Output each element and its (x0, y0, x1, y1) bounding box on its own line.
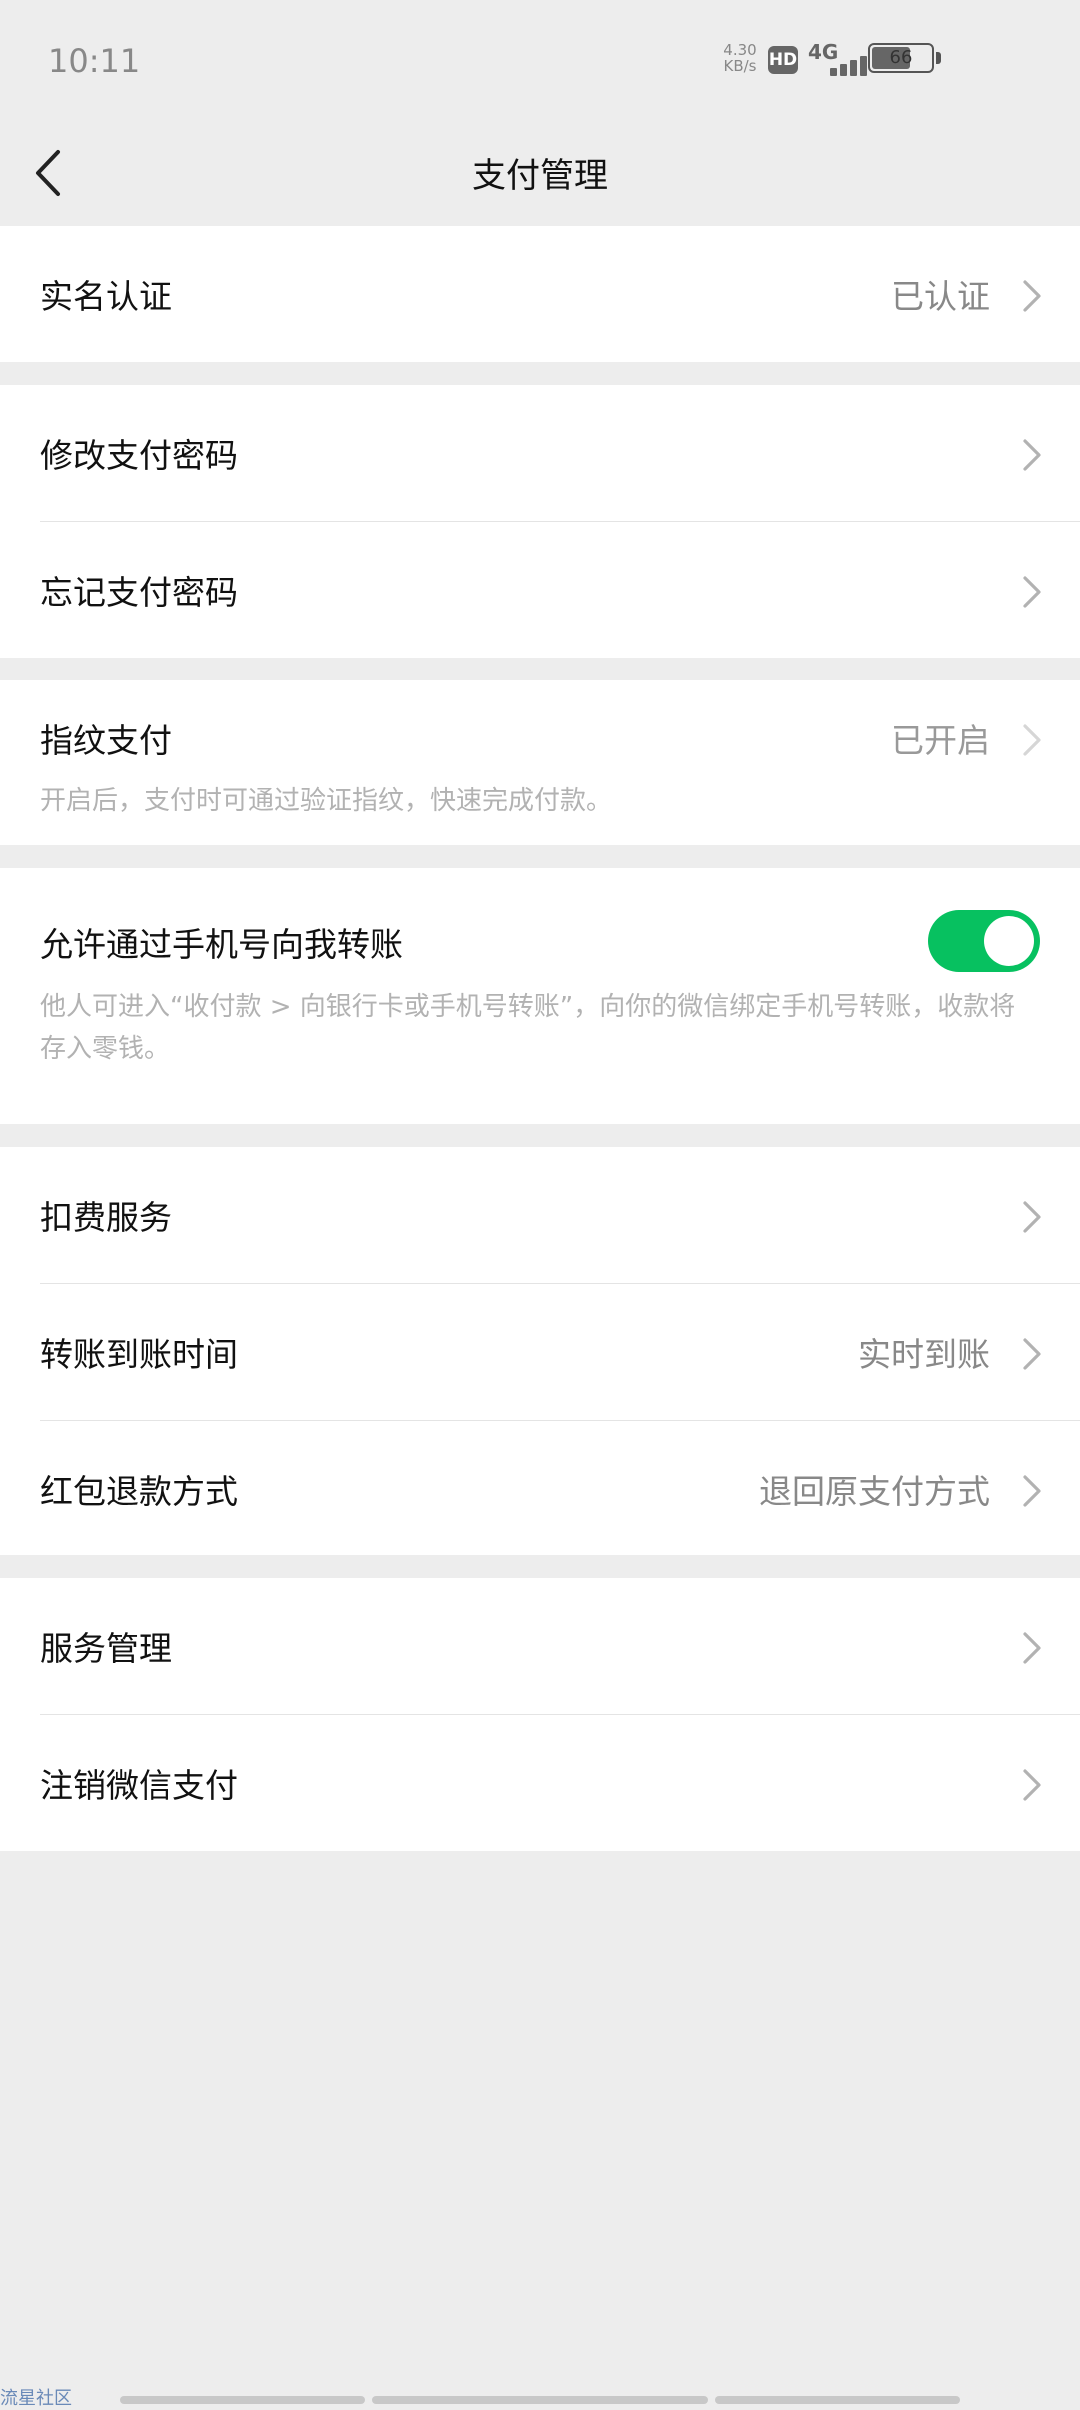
row-value: 已开启 (891, 721, 990, 760)
group-services: 扣费服务 转账到账时间 实时到账 红包退款方式 退回原支付方式 (0, 1147, 1080, 1555)
group-password: 修改支付密码 忘记支付密码 (0, 385, 1080, 658)
row-description: 他人可进入“收付款 > 向银行卡或手机号转账”，向你的微信绑定手机号转账，收款将… (40, 992, 1016, 1064)
row-description: 开启后，支付时可通过验证指纹，快速完成付款。 (40, 786, 613, 816)
group-identity: 实名认证 已认证 (0, 226, 1080, 362)
chevron-right-icon (1023, 1338, 1041, 1370)
home-indicator-left[interactable] (120, 2396, 365, 2404)
row-phone-transfer: 允许通过手机号向我转账 他人可进入“收付款 > 向银行卡或手机号转账”，向你的微… (0, 868, 1080, 1124)
row-label: 服务管理 (40, 1629, 172, 1668)
row-label: 转账到账时间 (40, 1335, 238, 1374)
row-label: 注销微信支付 (40, 1766, 238, 1805)
nav-bar: 支付管理 (0, 120, 1080, 226)
chevron-right-icon (1023, 1769, 1041, 1801)
row-value: 已认证 (891, 277, 990, 316)
group-fingerprint: 指纹支付 已开启 开启后，支付时可通过验证指纹，快速完成付款。 (0, 680, 1080, 845)
phone-transfer-toggle[interactable] (928, 910, 1040, 972)
row-red-packet-refund[interactable]: 红包退款方式 退回原支付方式 (0, 1421, 1080, 1555)
row-transfer-time[interactable]: 转账到账时间 实时到账 (0, 1284, 1080, 1421)
row-label: 实名认证 (40, 277, 172, 316)
row-real-name[interactable]: 实名认证 已认证 (0, 226, 1080, 362)
chevron-right-icon (1023, 280, 1041, 312)
row-label: 扣费服务 (40, 1198, 172, 1237)
row-label: 允许通过手机号向我转账 (40, 925, 403, 964)
status-bar: 10:11 4.30 KB/s HD 4G 66 (0, 0, 1080, 120)
chevron-right-icon (1023, 724, 1041, 756)
page-title: 支付管理 (472, 156, 608, 196)
group-phone-transfer: 允许通过手机号向我转账 他人可进入“收付款 > 向银行卡或手机号转账”，向你的微… (0, 868, 1080, 1124)
row-label: 忘记支付密码 (40, 573, 238, 612)
speed-unit: KB/s (723, 57, 757, 75)
row-label: 指纹支付 (40, 721, 172, 760)
row-value: 实时到账 (858, 1335, 990, 1374)
chevron-right-icon (1023, 1632, 1041, 1664)
chevron-right-icon (1023, 1201, 1041, 1233)
signal-icon (810, 46, 870, 76)
status-time: 10:11 (48, 42, 141, 80)
hd-icon: HD (768, 46, 798, 74)
row-service-management[interactable]: 服务管理 (0, 1578, 1080, 1715)
chevron-right-icon (1023, 439, 1041, 471)
battery-icon: 66 (868, 43, 934, 73)
battery-cap (936, 52, 941, 64)
row-fingerprint[interactable]: 指纹支付 已开启 开启后，支付时可通过验证指纹，快速完成付款。 (0, 680, 1080, 845)
row-value: 退回原支付方式 (759, 1472, 990, 1511)
speed-value: 4.30 (723, 41, 757, 59)
row-change-password[interactable]: 修改支付密码 (0, 385, 1080, 522)
home-indicator-right[interactable] (715, 2396, 960, 2404)
watermark: 流星社区 (0, 2388, 72, 2409)
row-label: 红包退款方式 (40, 1472, 238, 1511)
group-management: 服务管理 注销微信支付 (0, 1578, 1080, 1851)
battery-level: 66 (889, 47, 913, 68)
chevron-right-icon (1023, 1475, 1041, 1507)
row-forgot-password[interactable]: 忘记支付密码 (0, 522, 1080, 658)
network-speed: 4.30 KB/s (718, 42, 762, 74)
chevron-right-icon (1023, 576, 1041, 608)
row-label: 修改支付密码 (40, 436, 238, 475)
row-cancel-wechat-pay[interactable]: 注销微信支付 (0, 1715, 1080, 1851)
row-deduction-service[interactable]: 扣费服务 (0, 1147, 1080, 1284)
home-indicator-center[interactable] (372, 2396, 708, 2404)
toggle-knob (984, 916, 1034, 966)
